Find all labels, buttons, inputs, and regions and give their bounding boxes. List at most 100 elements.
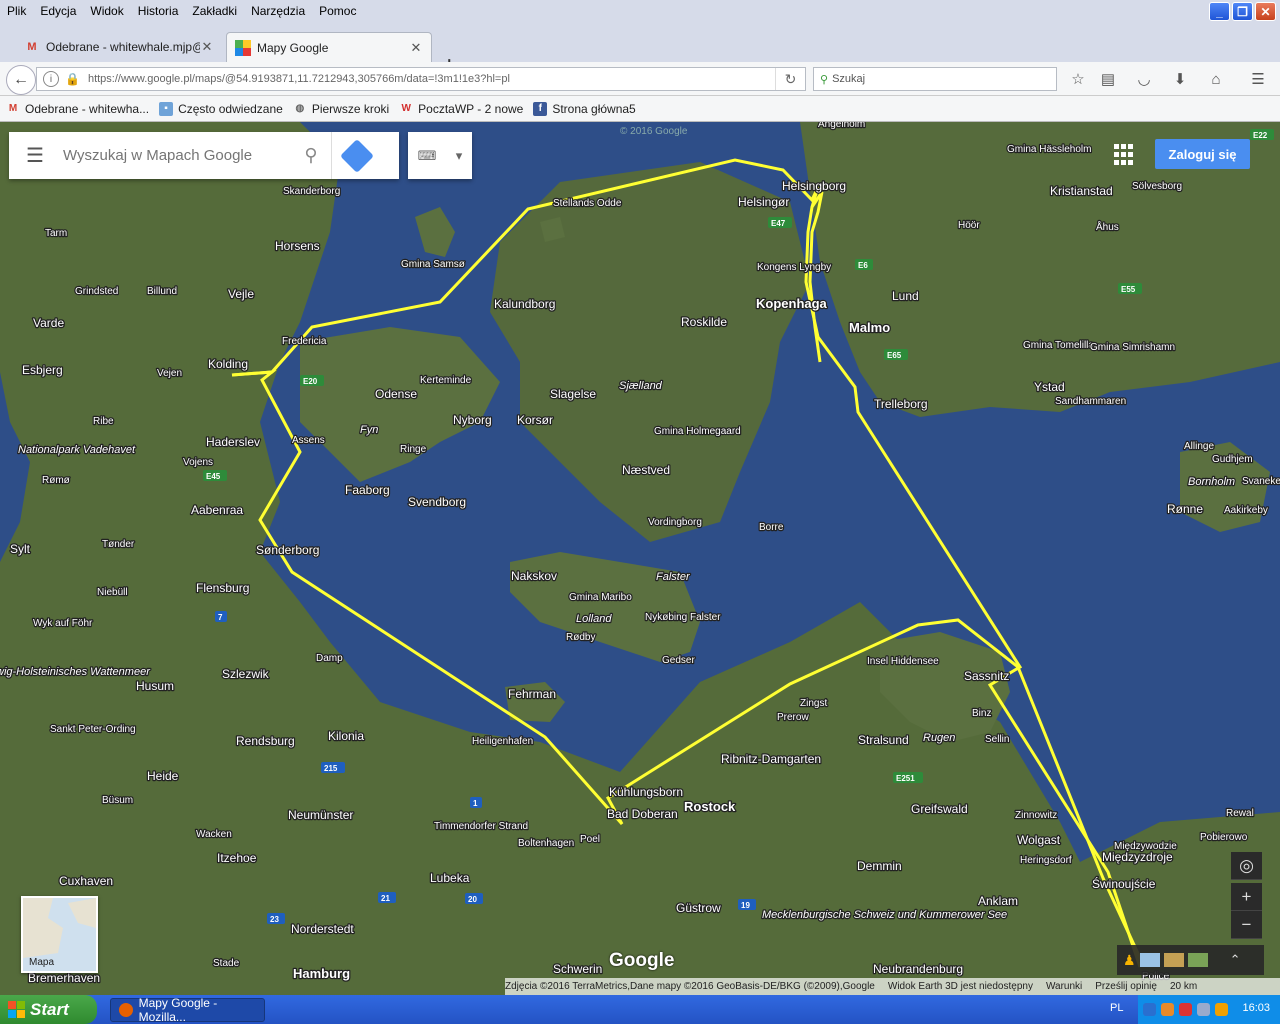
minimize-button[interactable]: _ bbox=[1209, 2, 1230, 21]
place-label: Sankt Peter-Ording bbox=[50, 724, 136, 735]
menu-help[interactable]: Pomoc bbox=[312, 4, 363, 18]
place-label: Ribnitz-Damgarten bbox=[721, 752, 821, 766]
tab-gmail[interactable]: M Odebrane - whitewhale.mjp@... ✕ bbox=[16, 32, 222, 62]
zoom-out-button[interactable]: − bbox=[1231, 911, 1262, 939]
place-label: Prerow bbox=[777, 712, 809, 723]
language-indicator[interactable]: PL bbox=[1110, 1002, 1123, 1014]
bookmark-strona-glowna[interactable]: f Strona główna5 bbox=[533, 101, 636, 116]
lock-icon[interactable]: 🔒 bbox=[65, 72, 80, 86]
keyboard-panel: ⌨ ▾ bbox=[408, 132, 472, 179]
my-location-button[interactable]: ◎ bbox=[1231, 852, 1262, 880]
map-canvas[interactable]: © 2016 Google Skanderborg Horsens Tarm Grin… bbox=[0, 122, 1280, 995]
road-label: E6 bbox=[858, 261, 868, 270]
menu-file[interactable]: Plik bbox=[0, 4, 33, 18]
road-label: 20 bbox=[468, 895, 477, 904]
maps-search-panel: ☰ ⚲ bbox=[9, 132, 399, 179]
place-label: Stellands Odde bbox=[553, 198, 622, 209]
feedback-link[interactable]: Prześlij opinię bbox=[1095, 981, 1157, 992]
start-button[interactable]: Start bbox=[0, 995, 97, 1024]
expand-chevron-icon[interactable]: ⌃ bbox=[1230, 952, 1241, 968]
imagery-thumb-1[interactable] bbox=[1139, 953, 1160, 967]
bookmark-label: PocztaWP - 2 nowe bbox=[418, 101, 524, 116]
place-label: Esbjerg bbox=[22, 363, 63, 377]
imagery-thumb-3[interactable] bbox=[1187, 953, 1208, 967]
tray-shield-icon[interactable] bbox=[1179, 1003, 1192, 1016]
pocket-icon[interactable]: ◡ bbox=[1134, 69, 1154, 89]
directions-button[interactable] bbox=[331, 132, 381, 179]
place-label: Svaneke bbox=[1242, 476, 1280, 487]
menu-view[interactable]: Widok bbox=[83, 4, 130, 18]
url-text[interactable]: https://www.google.pl/maps/@54.9193871,1… bbox=[88, 73, 775, 85]
imagery-thumb-2[interactable] bbox=[1163, 953, 1184, 967]
place-label: Kilonia bbox=[328, 729, 364, 743]
earth-3d-link[interactable]: Widok Earth 3D jest niedostępny bbox=[888, 981, 1033, 992]
window-controls: _ ❐ ✕ bbox=[1209, 2, 1276, 21]
satellite-map[interactable]: © 2016 Google Skanderborg Horsens Tarm Grin… bbox=[0, 122, 1280, 995]
place-label: Angelholm bbox=[818, 122, 865, 130]
road-shield: 19 bbox=[738, 899, 756, 910]
tray-network-icon[interactable] bbox=[1197, 1003, 1210, 1016]
download-icon[interactable]: ⬇ bbox=[1170, 69, 1190, 89]
folder-icon: ▪ bbox=[159, 101, 174, 116]
place-label: Mecklenburgische Schweiz und Kummerower … bbox=[762, 909, 1007, 921]
search-engine-icon[interactable]: ⚲ bbox=[820, 73, 828, 86]
place-label: wig-Holsteinisches Wattenmeer bbox=[0, 666, 151, 678]
place-label: Horsens bbox=[275, 239, 320, 253]
place-label: Aakirkeby bbox=[1224, 505, 1268, 516]
place-label: Boltenhagen bbox=[518, 838, 574, 849]
close-window-button[interactable]: ✕ bbox=[1255, 2, 1276, 21]
road-label: E65 bbox=[887, 351, 902, 360]
place-label: Kerteminde bbox=[420, 375, 472, 386]
place-label: Næstved bbox=[622, 463, 670, 477]
reload-icon[interactable]: ↻ bbox=[775, 68, 805, 90]
google-apps-icon[interactable] bbox=[1114, 144, 1136, 166]
search-icon[interactable]: ⚲ bbox=[291, 145, 331, 166]
gmail-icon: M bbox=[8, 103, 18, 114]
menu-icon[interactable]: ☰ bbox=[1248, 69, 1268, 89]
bookmark-poczta-wp[interactable]: W PocztaWP - 2 nowe bbox=[399, 102, 523, 116]
reading-list-icon[interactable]: ▤ bbox=[1098, 69, 1118, 89]
terms-link[interactable]: Warunki bbox=[1046, 981, 1082, 992]
maps-search-input[interactable] bbox=[61, 146, 291, 165]
place-label: Heiligenhafen bbox=[472, 736, 533, 747]
info-icon[interactable]: i bbox=[43, 71, 59, 87]
tray-avast-icon[interactable] bbox=[1215, 1003, 1228, 1016]
road-shield: 23 bbox=[267, 913, 285, 924]
home-icon[interactable]: ⌂ bbox=[1206, 69, 1226, 89]
address-bar[interactable]: i 🔒 https://www.google.pl/maps/@54.91938… bbox=[36, 67, 806, 91]
close-tab-icon[interactable]: ✕ bbox=[200, 39, 214, 55]
back-button[interactable]: ← bbox=[6, 65, 36, 95]
close-tab-icon[interactable]: ✕ bbox=[409, 40, 423, 56]
bookmark-first-steps[interactable]: ◍ Pierwsze kroki bbox=[293, 102, 389, 116]
hamburger-menu-icon[interactable]: ☰ bbox=[9, 143, 61, 168]
globe-icon: ◍ bbox=[295, 103, 305, 114]
road-label: 19 bbox=[741, 901, 750, 910]
place-label: Gmina Maribo bbox=[569, 592, 632, 603]
menu-bookmarks[interactable]: Zakładki bbox=[185, 4, 244, 18]
place-label: Büsum bbox=[102, 795, 133, 806]
keyboard-icon[interactable]: ⌨ bbox=[418, 148, 437, 164]
place-label: Borre bbox=[759, 522, 784, 533]
menu-edit[interactable]: Edycja bbox=[33, 4, 83, 18]
tray-app-icon[interactable] bbox=[1161, 1003, 1174, 1016]
zoom-in-button[interactable]: + bbox=[1231, 883, 1262, 911]
place-label: Lubeka bbox=[430, 871, 470, 885]
minimap-toggle[interactable]: Mapa bbox=[21, 896, 98, 973]
bookmark-gmail[interactable]: M Odebrane - whitewha... bbox=[6, 102, 149, 116]
tab-google-maps[interactable]: Mapy Google ✕ bbox=[226, 32, 432, 62]
bookmark-star-icon[interactable]: ☆ bbox=[1068, 69, 1088, 89]
google-logo: Google bbox=[609, 950, 675, 971]
maximize-button[interactable]: ❐ bbox=[1232, 2, 1253, 21]
place-label: Haderslev bbox=[206, 435, 260, 449]
place-label: Sønderborg bbox=[256, 543, 319, 557]
menu-tools[interactable]: Narzędzia bbox=[244, 4, 312, 18]
browser-search-input[interactable]: ⚲ Szukaj bbox=[813, 67, 1057, 91]
menu-history[interactable]: Historia bbox=[131, 4, 186, 18]
chevron-down-icon[interactable]: ▾ bbox=[456, 148, 463, 164]
bookmark-most-visited[interactable]: ▪ Często odwiedzane bbox=[159, 101, 283, 116]
taskbar-item-firefox[interactable]: Mapy Google - Mozilla... bbox=[110, 996, 265, 1024]
sign-in-button[interactable]: Zaloguj się bbox=[1155, 139, 1250, 169]
pegman-icon[interactable]: ♟ bbox=[1123, 952, 1136, 969]
tray-arrow-icon[interactable] bbox=[1143, 1003, 1156, 1016]
bookmark-label: Pierwsze kroki bbox=[311, 101, 390, 116]
